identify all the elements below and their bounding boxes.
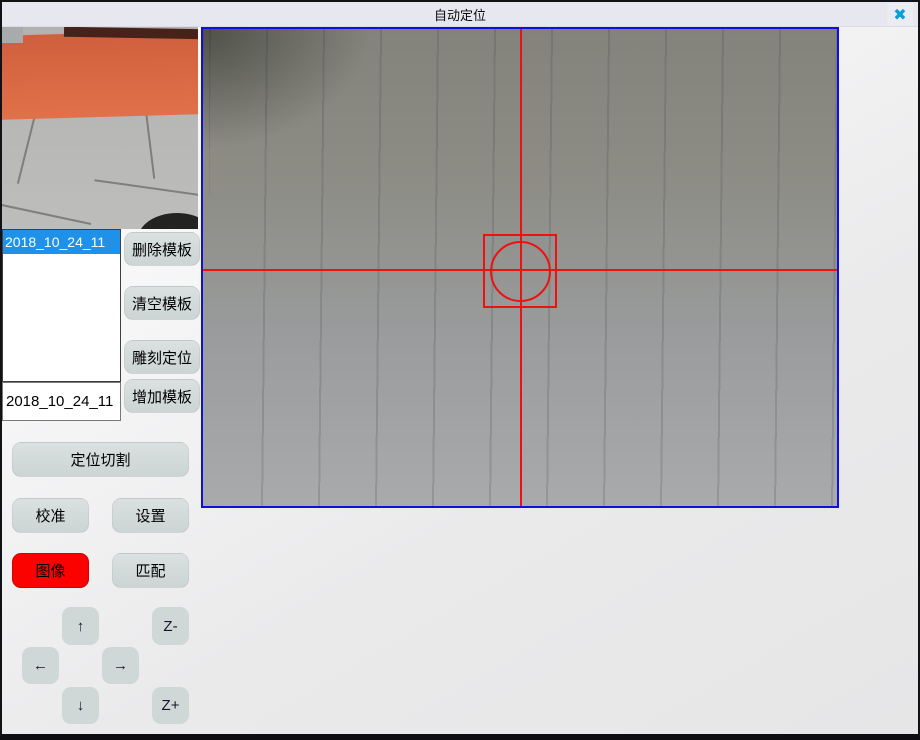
- match-button[interactable]: 匹配: [112, 553, 189, 588]
- jog-right-button[interactable]: →: [102, 647, 139, 684]
- jog-down-button[interactable]: ↓: [62, 687, 99, 724]
- dialog-title: 自动定位: [434, 5, 486, 24]
- delete-template-button[interactable]: 删除模板: [124, 232, 200, 266]
- settings-button[interactable]: 设置: [112, 498, 189, 533]
- roi-circle: [490, 241, 551, 302]
- preview-gray-box: [2, 27, 23, 43]
- add-template-button[interactable]: 增加模板: [124, 379, 200, 413]
- auto-positioning-dialog: 自动定位 ✖ 2018_10_24_11 删除模板 清空模板 雕刻定位 增加模板…: [0, 0, 920, 740]
- titlebar: 自动定位 ✖: [2, 2, 918, 27]
- calibrate-button[interactable]: 校准: [12, 498, 89, 533]
- jog-z-plus-button[interactable]: Z+: [152, 687, 189, 724]
- preview-orange-beam: [2, 30, 198, 120]
- position-cut-button[interactable]: 定位切割: [12, 442, 189, 477]
- clear-templates-button[interactable]: 清空模板: [124, 286, 200, 320]
- template-name-input[interactable]: [2, 382, 121, 421]
- preview-tile-line: [94, 179, 198, 197]
- preview-dark-object: [138, 213, 198, 229]
- image-button[interactable]: 图像: [12, 553, 89, 588]
- template-preview-image: [2, 27, 198, 229]
- close-icon[interactable]: ✖: [887, 3, 913, 26]
- template-list[interactable]: 2018_10_24_11: [2, 229, 121, 382]
- template-list-item[interactable]: 2018_10_24_11: [3, 230, 120, 254]
- jog-z-minus-button[interactable]: Z-: [152, 607, 189, 645]
- camera-view[interactable]: [201, 27, 839, 508]
- jog-left-button[interactable]: ←: [22, 647, 59, 684]
- jog-up-button[interactable]: ↑: [62, 607, 99, 645]
- engrave-positioning-button[interactable]: 雕刻定位: [124, 340, 200, 374]
- preview-tile-line: [2, 203, 91, 225]
